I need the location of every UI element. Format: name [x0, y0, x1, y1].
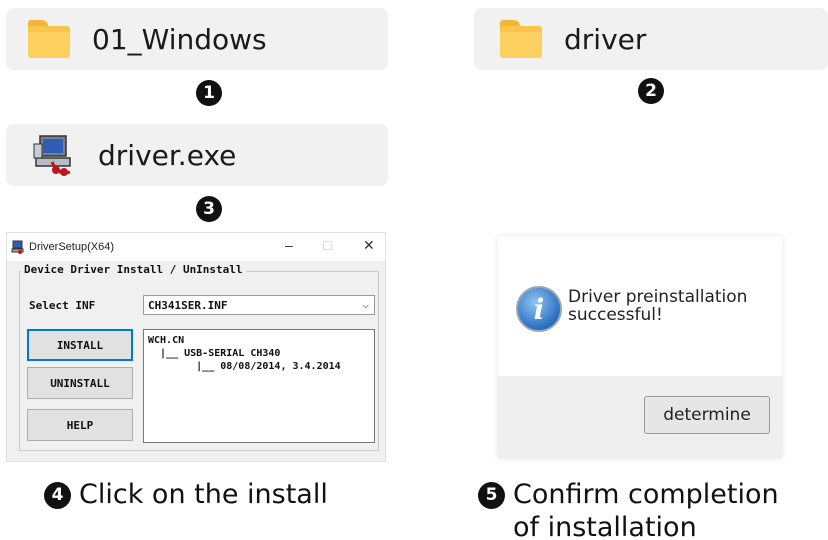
folder-01-windows[interactable]: 01_Windows	[6, 8, 388, 70]
minimize-button[interactable]: –	[285, 237, 293, 253]
step-4-caption: 4 Click on the install	[44, 478, 328, 511]
step-5-caption: 5 Confirm completion of installation	[478, 478, 779, 540]
caption-line: Confirm completion	[513, 479, 779, 510]
message-line: Driver preinstallation	[568, 287, 748, 307]
success-dialog: i Driver preinstallation successful! det…	[498, 236, 782, 458]
uninstall-button[interactable]: UNINSTALL	[27, 367, 133, 399]
caption-text: Click on the install	[79, 479, 328, 510]
maximize-button[interactable]: □	[323, 237, 331, 253]
step-number-badge: 2	[638, 78, 664, 104]
group-label: Device Driver Install / UnInstall	[21, 263, 246, 276]
file-driver-exe[interactable]: driver.exe	[6, 124, 388, 186]
driver-tree-view[interactable]: WCH.CN |__ USB-SERIAL CH340 |__ 08/08/20…	[143, 329, 375, 443]
step-number-badge: 3	[196, 196, 222, 222]
step-number-badge: 4	[44, 482, 71, 509]
app-icon	[11, 240, 24, 254]
tree-line: |__ USB-SERIAL CH340	[148, 348, 281, 359]
folder-label: driver	[564, 22, 647, 56]
help-button[interactable]: HELP	[27, 409, 133, 441]
close-button[interactable]: ✕	[363, 237, 375, 254]
folder-icon	[500, 20, 542, 58]
folder-label: 01_Windows	[92, 22, 267, 56]
folder-icon	[28, 20, 70, 58]
tree-line: WCH.CN	[148, 335, 185, 346]
determine-button[interactable]: determine	[644, 396, 770, 434]
caption-line: of installation	[513, 512, 697, 540]
driver-setup-window: DriverSetup(X64) – □ ✕ Device Driver Ins…	[6, 232, 386, 462]
info-icon: i	[516, 286, 562, 332]
installer-icon	[32, 132, 78, 178]
tree-line: |__ 08/08/2014, 3.4.2014	[148, 361, 341, 372]
inf-select-value: CH341SER.INF	[148, 299, 228, 312]
dialog-message: Driver preinstallation successful!	[568, 288, 778, 324]
file-label: driver.exe	[98, 138, 237, 172]
window-title: DriverSetup(X64)	[29, 241, 114, 253]
step-number-badge: 1	[196, 80, 222, 106]
caption-text: Confirm completion of installation	[513, 478, 779, 540]
message-line: successful!	[568, 305, 663, 325]
step-number-badge: 5	[478, 482, 505, 509]
folder-driver[interactable]: driver	[474, 8, 828, 70]
inf-select[interactable]: CH341SER.INF ⌵	[143, 295, 375, 315]
install-button[interactable]: INSTALL	[27, 329, 133, 361]
chevron-down-icon: ⌵	[362, 298, 369, 311]
select-inf-label: Select INF	[29, 299, 96, 312]
window-titlebar: DriverSetup(X64) – □ ✕	[7, 233, 385, 261]
